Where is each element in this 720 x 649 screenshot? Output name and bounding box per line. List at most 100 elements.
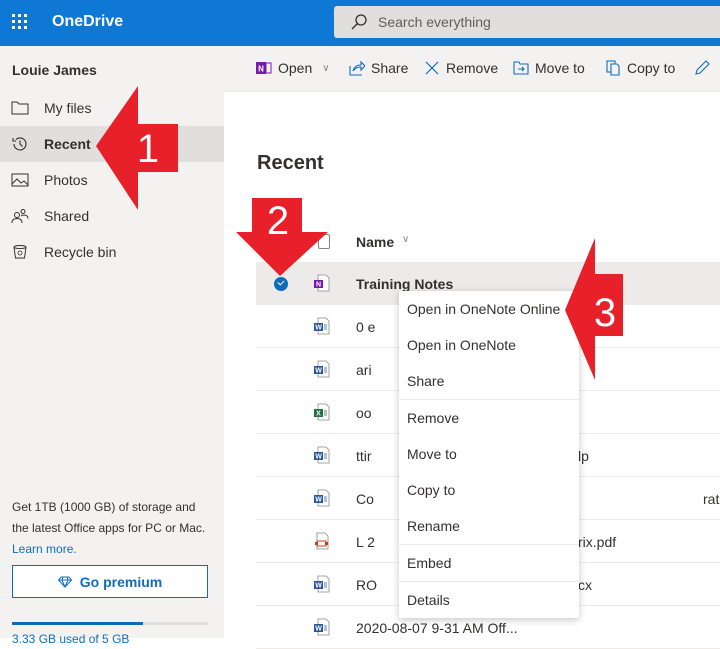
storage-text[interactable]: 3.33 GB used of 5 GB: [12, 632, 129, 646]
word-file-icon: W: [314, 618, 330, 636]
file-name[interactable]: 0 e: [356, 319, 375, 335]
search-input[interactable]: Search everything: [378, 14, 491, 30]
menu-item-label: Rename: [407, 518, 460, 534]
menu-item-copy-to[interactable]: Copy to: [399, 472, 579, 508]
promo-text: Get 1TB (1000 GB) of storage and the lat…: [12, 500, 206, 535]
annotation-arrow-3: 3: [565, 238, 623, 380]
word-file-icon: W: [314, 446, 330, 464]
chevron-down-icon: ∨: [322, 62, 330, 74]
menu-item-open-in-onenote[interactable]: Open in OneNote: [399, 327, 579, 363]
sidebar-item-label: Photos: [44, 172, 88, 188]
menu-item-label: Share: [407, 373, 445, 389]
menu-item-open-in-onenote-online[interactable]: Open in OneNote Online: [399, 291, 579, 327]
move-to-label: Move to: [535, 60, 585, 76]
menu-item-embed[interactable]: Embed: [399, 545, 579, 581]
share-icon: [349, 60, 365, 76]
move-to-icon: [513, 61, 529, 75]
svg-text:W: W: [315, 583, 322, 590]
diamond-icon: [57, 576, 72, 588]
menu-item-share[interactable]: Share: [399, 363, 579, 399]
close-icon: [425, 61, 439, 75]
folder-icon: [11, 101, 29, 115]
file-name[interactable]: Co: [356, 491, 374, 507]
menu-item-label: Move to: [407, 446, 457, 462]
storage-progress-fill: [12, 622, 144, 625]
file-name[interactable]: Training Notes: [356, 276, 453, 292]
menu-item-label: Copy to: [407, 482, 456, 498]
svg-text:N: N: [316, 282, 321, 289]
file-name[interactable]: 2020-08-07 9-31 AM Off...: [356, 620, 518, 636]
onenote-icon: N: [256, 62, 272, 74]
people-icon: [11, 209, 29, 224]
svg-text:W: W: [315, 626, 322, 633]
copy-to-button[interactable]: Copy to: [605, 60, 675, 76]
annotation-label-3: 3: [594, 291, 616, 335]
file-name-tail: cx: [578, 577, 592, 593]
menu-item-remove[interactable]: Remove: [399, 400, 579, 436]
user-name: Louie James: [12, 62, 97, 78]
word-file-icon: W: [314, 360, 330, 378]
name-column-header[interactable]: Name: [356, 234, 394, 250]
recycle-bin-icon: [13, 245, 27, 259]
annotation-arrow-1: 1: [96, 86, 178, 210]
remove-button[interactable]: Remove: [424, 60, 498, 76]
sidebar-item-label: Shared: [44, 208, 90, 224]
svg-text:W: W: [315, 325, 322, 332]
app-name[interactable]: OneDrive: [52, 13, 123, 31]
share-label: Share: [371, 60, 409, 76]
file-name[interactable]: ari: [356, 362, 372, 378]
move-to-button[interactable]: Move to: [513, 60, 585, 76]
page-title: Recent: [257, 152, 324, 174]
menu-item-move-to[interactable]: Move to: [399, 436, 579, 472]
pdf-file-icon: [314, 532, 330, 550]
annotation-label-2: 2: [267, 199, 289, 243]
word-file-icon: W: [314, 575, 330, 593]
sidebar-item-label: Recent: [44, 136, 91, 152]
rename-button[interactable]: [694, 60, 710, 76]
file-name-tail: lp: [578, 448, 589, 464]
excel-file-icon: X: [314, 403, 330, 421]
row-checkbox-checked-icon[interactable]: [274, 277, 288, 291]
learn-more-link[interactable]: Learn more.: [12, 539, 212, 560]
menu-item-label: Embed: [407, 555, 452, 571]
sidebar-item-label: My files: [44, 100, 92, 116]
go-premium-label: Go premium: [79, 573, 163, 590]
copy-icon: [606, 60, 620, 76]
command-bar: N Open ∨ Share Remove Move to Copy to: [224, 46, 720, 92]
storage-progress-bar: [12, 622, 208, 625]
menu-item-details[interactable]: Details: [399, 582, 579, 618]
chevron-down-icon[interactable]: ∨: [402, 234, 409, 245]
annotation-arrow-2: 2: [236, 198, 328, 276]
menu-item-rename[interactable]: Rename: [399, 508, 579, 544]
search-icon: [351, 14, 367, 30]
file-name-tail: rix.pdf: [578, 534, 617, 550]
open-label: Open: [278, 60, 313, 76]
go-premium-button[interactable]: Go premium: [12, 565, 208, 598]
remove-label: Remove: [446, 60, 499, 76]
sidebar-item-recycle-bin[interactable]: Recycle bin: [0, 234, 224, 270]
premium-promo: Get 1TB (1000 GB) of storage and the lat…: [12, 497, 212, 560]
search-box[interactable]: Search everything: [334, 6, 720, 38]
menu-item-label: Open in OneNote: [407, 337, 516, 353]
annotation-label-1: 1: [137, 127, 159, 171]
menu-item-label: Details: [407, 592, 450, 608]
app-launcher-icon[interactable]: [12, 14, 28, 30]
svg-text:N: N: [258, 65, 264, 74]
word-file-icon: W: [314, 317, 330, 335]
top-bar: OneDrive Search everything: [0, 0, 720, 46]
file-name[interactable]: RO: [356, 577, 377, 593]
file-name[interactable]: oo: [356, 405, 372, 421]
svg-text:W: W: [315, 497, 322, 504]
svg-text:W: W: [315, 368, 322, 375]
file-name[interactable]: L 2: [356, 534, 375, 550]
pencil-icon: [695, 60, 710, 75]
file-name[interactable]: ttir: [356, 448, 372, 464]
sidebar-item-label: Recycle bin: [44, 244, 117, 260]
open-button[interactable]: N Open ∨: [256, 60, 330, 76]
svg-text:W: W: [315, 454, 322, 461]
history-icon: [12, 137, 27, 151]
menu-item-label: Remove: [407, 410, 460, 426]
copy-to-label: Copy to: [627, 60, 676, 76]
share-button[interactable]: Share: [349, 60, 408, 76]
file-name-tail: ration: [703, 491, 720, 507]
